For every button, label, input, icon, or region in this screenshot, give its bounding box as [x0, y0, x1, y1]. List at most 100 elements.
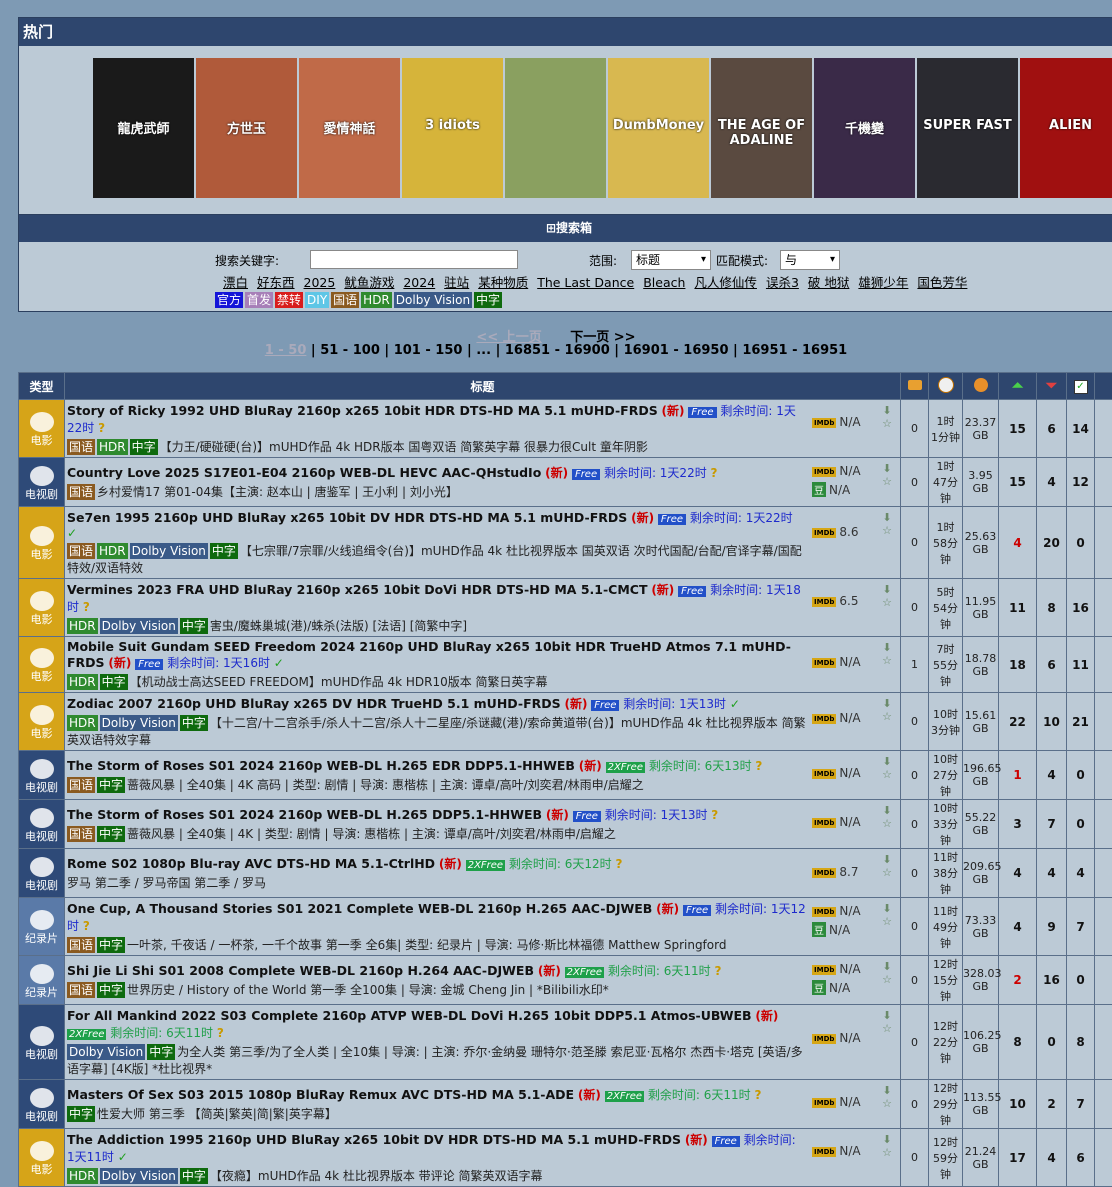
bookmark-star-icon[interactable]: ☆ [878, 417, 896, 430]
bookmark-star-icon[interactable]: ☆ [878, 475, 896, 488]
torrent-name-link[interactable]: Shi Jie Li Shi S01 2008 Complete WEB-DL … [67, 963, 534, 978]
hot-keyword-link[interactable]: 误杀3 [766, 275, 799, 290]
hot-keyword-link[interactable]: 某种物质 [478, 275, 528, 290]
category-cell[interactable]: 电视剧 [19, 1080, 65, 1129]
category-cell[interactable]: 电视剧 [19, 849, 65, 898]
hot-poster[interactable]: 方世玉 [196, 58, 297, 198]
hot-poster[interactable]: 千機變 [814, 58, 915, 198]
hot-keyword-link[interactable]: 漂白 [223, 275, 248, 290]
completed-count[interactable]: 4 [1067, 849, 1095, 898]
bookmark-star-icon[interactable]: ☆ [878, 817, 896, 830]
completed-count[interactable]: 6 [1067, 1129, 1095, 1187]
leechers-count[interactable]: 10 [1037, 693, 1067, 751]
leechers-count[interactable]: 4 [1037, 1129, 1067, 1187]
hot-poster[interactable]: 3 idiots [402, 58, 503, 198]
category-cell[interactable]: 电视剧 [19, 751, 65, 800]
category-cell[interactable]: 电影 [19, 579, 65, 637]
leechers-count[interactable]: 7 [1037, 800, 1067, 849]
bookmark-star-icon[interactable]: ☆ [878, 768, 896, 781]
download-icon[interactable]: ⬇ [878, 404, 896, 417]
seeders-count[interactable]: 17 [999, 1129, 1037, 1187]
hot-poster[interactable]: SUPER FAST [917, 58, 1018, 198]
hot-keyword-link[interactable]: Bleach [643, 275, 685, 290]
leechers-count[interactable]: 4 [1037, 751, 1067, 800]
seeders-count[interactable]: 3 [999, 800, 1037, 849]
download-icon[interactable]: ⬇ [878, 462, 896, 475]
seeders-count[interactable]: 15 [999, 458, 1037, 507]
keyword-input[interactable] [310, 250, 518, 269]
hot-keyword-link[interactable]: The Last Dance [537, 275, 634, 290]
download-icon[interactable]: ⬇ [878, 960, 896, 973]
download-icon[interactable]: ⬇ [878, 1133, 896, 1146]
leechers-count[interactable]: 9 [1037, 898, 1067, 956]
hot-keyword-link[interactable]: 好东西 [257, 275, 295, 290]
hot-keyword-link[interactable]: 国色芳华 [917, 275, 967, 290]
completed-count[interactable]: 14 [1067, 400, 1095, 458]
download-icon[interactable]: ⬇ [878, 697, 896, 710]
comments-icon[interactable] [901, 373, 929, 400]
hot-keyword-link[interactable]: 破 地狱 [808, 275, 849, 290]
bookmark-star-icon[interactable]: ☆ [878, 710, 896, 723]
hot-keyword-link[interactable]: 2025 [304, 275, 336, 290]
torrent-name-link[interactable]: Masters Of Sex S03 2015 1080p BluRay Rem… [67, 1087, 574, 1102]
download-icon[interactable]: ⬇ [878, 1009, 896, 1022]
match-select[interactable]: 与▾ [780, 250, 840, 270]
torrent-name-link[interactable]: Zodiac 2007 2160p UHD BluRay x265 DV HDR… [67, 696, 561, 711]
tag-filter[interactable]: Dolby Vision [394, 292, 472, 308]
bookmark-star-icon[interactable]: ☆ [878, 915, 896, 928]
leechers-count[interactable]: 8 [1037, 579, 1067, 637]
download-icon[interactable]: ⬇ [878, 641, 896, 654]
hot-poster[interactable]: 龍虎武師 [93, 58, 194, 198]
completed-count[interactable]: 21 [1067, 693, 1095, 751]
download-icon[interactable]: ⬇ [878, 755, 896, 768]
hot-poster[interactable] [505, 58, 606, 198]
uploader-header[interactable] [1095, 373, 1112, 400]
completed-count[interactable]: 12 [1067, 458, 1095, 507]
category-cell[interactable]: 电影 [19, 693, 65, 751]
completed-count[interactable]: 0 [1067, 800, 1095, 849]
completed-count[interactable]: 8 [1067, 1005, 1095, 1080]
torrent-name-link[interactable]: Country Love 2025 S17E01-E04 2160p WEB-D… [67, 465, 541, 480]
category-cell[interactable]: 电影 [19, 400, 65, 458]
page-link[interactable]: 16951 - 16951 [742, 343, 847, 358]
category-cell[interactable]: 纪录片 [19, 898, 65, 956]
seeders-count[interactable]: 4 [999, 507, 1037, 579]
seeders-count[interactable]: 10 [999, 1080, 1037, 1129]
torrent-name-link[interactable]: The Storm of Roses S01 2024 2160p WEB-DL… [67, 807, 542, 822]
torrent-name-link[interactable]: The Addiction 1995 2160p UHD BluRay x265… [67, 1132, 681, 1147]
completed-count[interactable]: 0 [1067, 956, 1095, 1005]
bookmark-star-icon[interactable]: ☆ [878, 524, 896, 537]
page-link[interactable]: ... [476, 343, 491, 358]
hot-keyword-link[interactable]: 鱿鱼游戏 [344, 275, 394, 290]
completed-icon[interactable]: ✓ [1067, 373, 1095, 400]
hot-poster[interactable]: ALIEN [1020, 58, 1112, 198]
bookmark-star-icon[interactable]: ☆ [878, 654, 896, 667]
leechers-count[interactable]: 16 [1037, 956, 1067, 1005]
hot-keyword-link[interactable]: 雄狮少年 [858, 275, 908, 290]
torrent-name-link[interactable]: For All Mankind 2022 S03 Complete 2160p … [67, 1008, 752, 1023]
bookmark-star-icon[interactable]: ☆ [878, 1022, 896, 1035]
download-icon[interactable]: ⬇ [878, 583, 896, 596]
hot-keyword-link[interactable]: 凡人修仙传 [694, 275, 757, 290]
hot-keyword-link[interactable]: 驻站 [444, 275, 469, 290]
completed-count[interactable]: 7 [1067, 898, 1095, 956]
tag-filter[interactable]: DIY [305, 292, 329, 308]
seeders-count[interactable]: 2 [999, 956, 1037, 1005]
header-type[interactable]: 类型 [19, 373, 65, 400]
leechers-count[interactable]: 6 [1037, 637, 1067, 693]
tag-filter[interactable]: 禁转 [275, 292, 303, 308]
completed-count[interactable]: 16 [1067, 579, 1095, 637]
scope-select[interactable]: 标题▾ [631, 250, 711, 270]
header-title[interactable]: 标题 [65, 373, 901, 400]
hot-poster[interactable]: THE AGE OF ADALINE [711, 58, 812, 198]
leechers-count[interactable]: 20 [1037, 507, 1067, 579]
seeders-count[interactable]: 8 [999, 1005, 1037, 1080]
leechers-count[interactable]: 0 [1037, 1005, 1067, 1080]
bookmark-star-icon[interactable]: ☆ [878, 866, 896, 879]
completed-count[interactable]: 0 [1067, 507, 1095, 579]
completed-count[interactable]: 0 [1067, 751, 1095, 800]
seeders-count[interactable]: 11 [999, 579, 1037, 637]
clock-icon[interactable] [929, 373, 963, 400]
torrent-name-link[interactable]: Rome S02 1080p Blu-ray AVC DTS-HD MA 5.1… [67, 856, 435, 871]
tag-filter[interactable]: 首发 [245, 292, 273, 308]
